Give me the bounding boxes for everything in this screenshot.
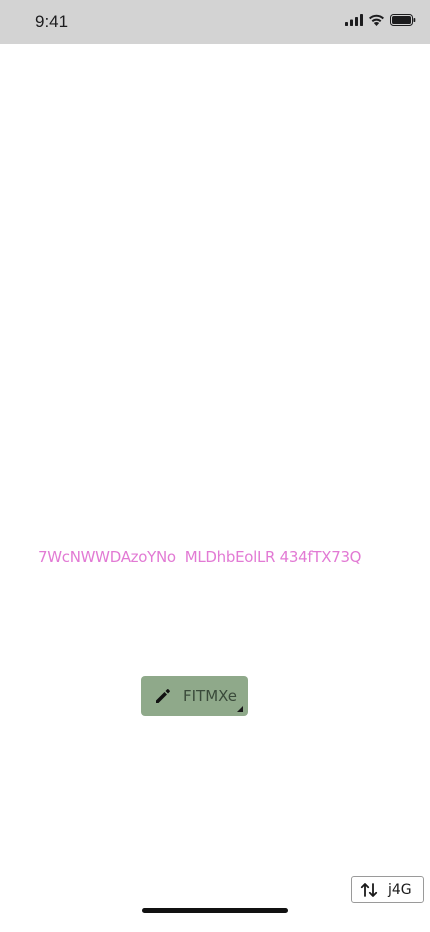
sort-button-label: j4G: [388, 881, 412, 898]
pencil-icon: [154, 687, 172, 705]
home-indicator[interactable]: [142, 908, 288, 913]
edit-button[interactable]: FITMXe: [141, 676, 248, 716]
content-text: 7WcNWWDAzoYNo MLDhbEolLR 434fTX73Q: [38, 548, 362, 566]
status-bar: 9:41: [0, 0, 430, 44]
status-time: 9:41: [35, 12, 69, 31]
dropdown-corner-icon: [237, 706, 243, 712]
app-screen: 9:41 7WcNWWDAzoYNo MLDhbEolLR 434fTX73Q …: [0, 0, 430, 932]
sort-button[interactable]: j4G: [351, 876, 424, 903]
sort-arrows-icon: [360, 881, 378, 899]
signal-icon: [345, 14, 363, 26]
battery-icon: [390, 14, 416, 26]
wifi-icon: [368, 14, 385, 26]
edit-button-label: FITMXe: [183, 687, 237, 705]
status-icons: [345, 14, 416, 26]
